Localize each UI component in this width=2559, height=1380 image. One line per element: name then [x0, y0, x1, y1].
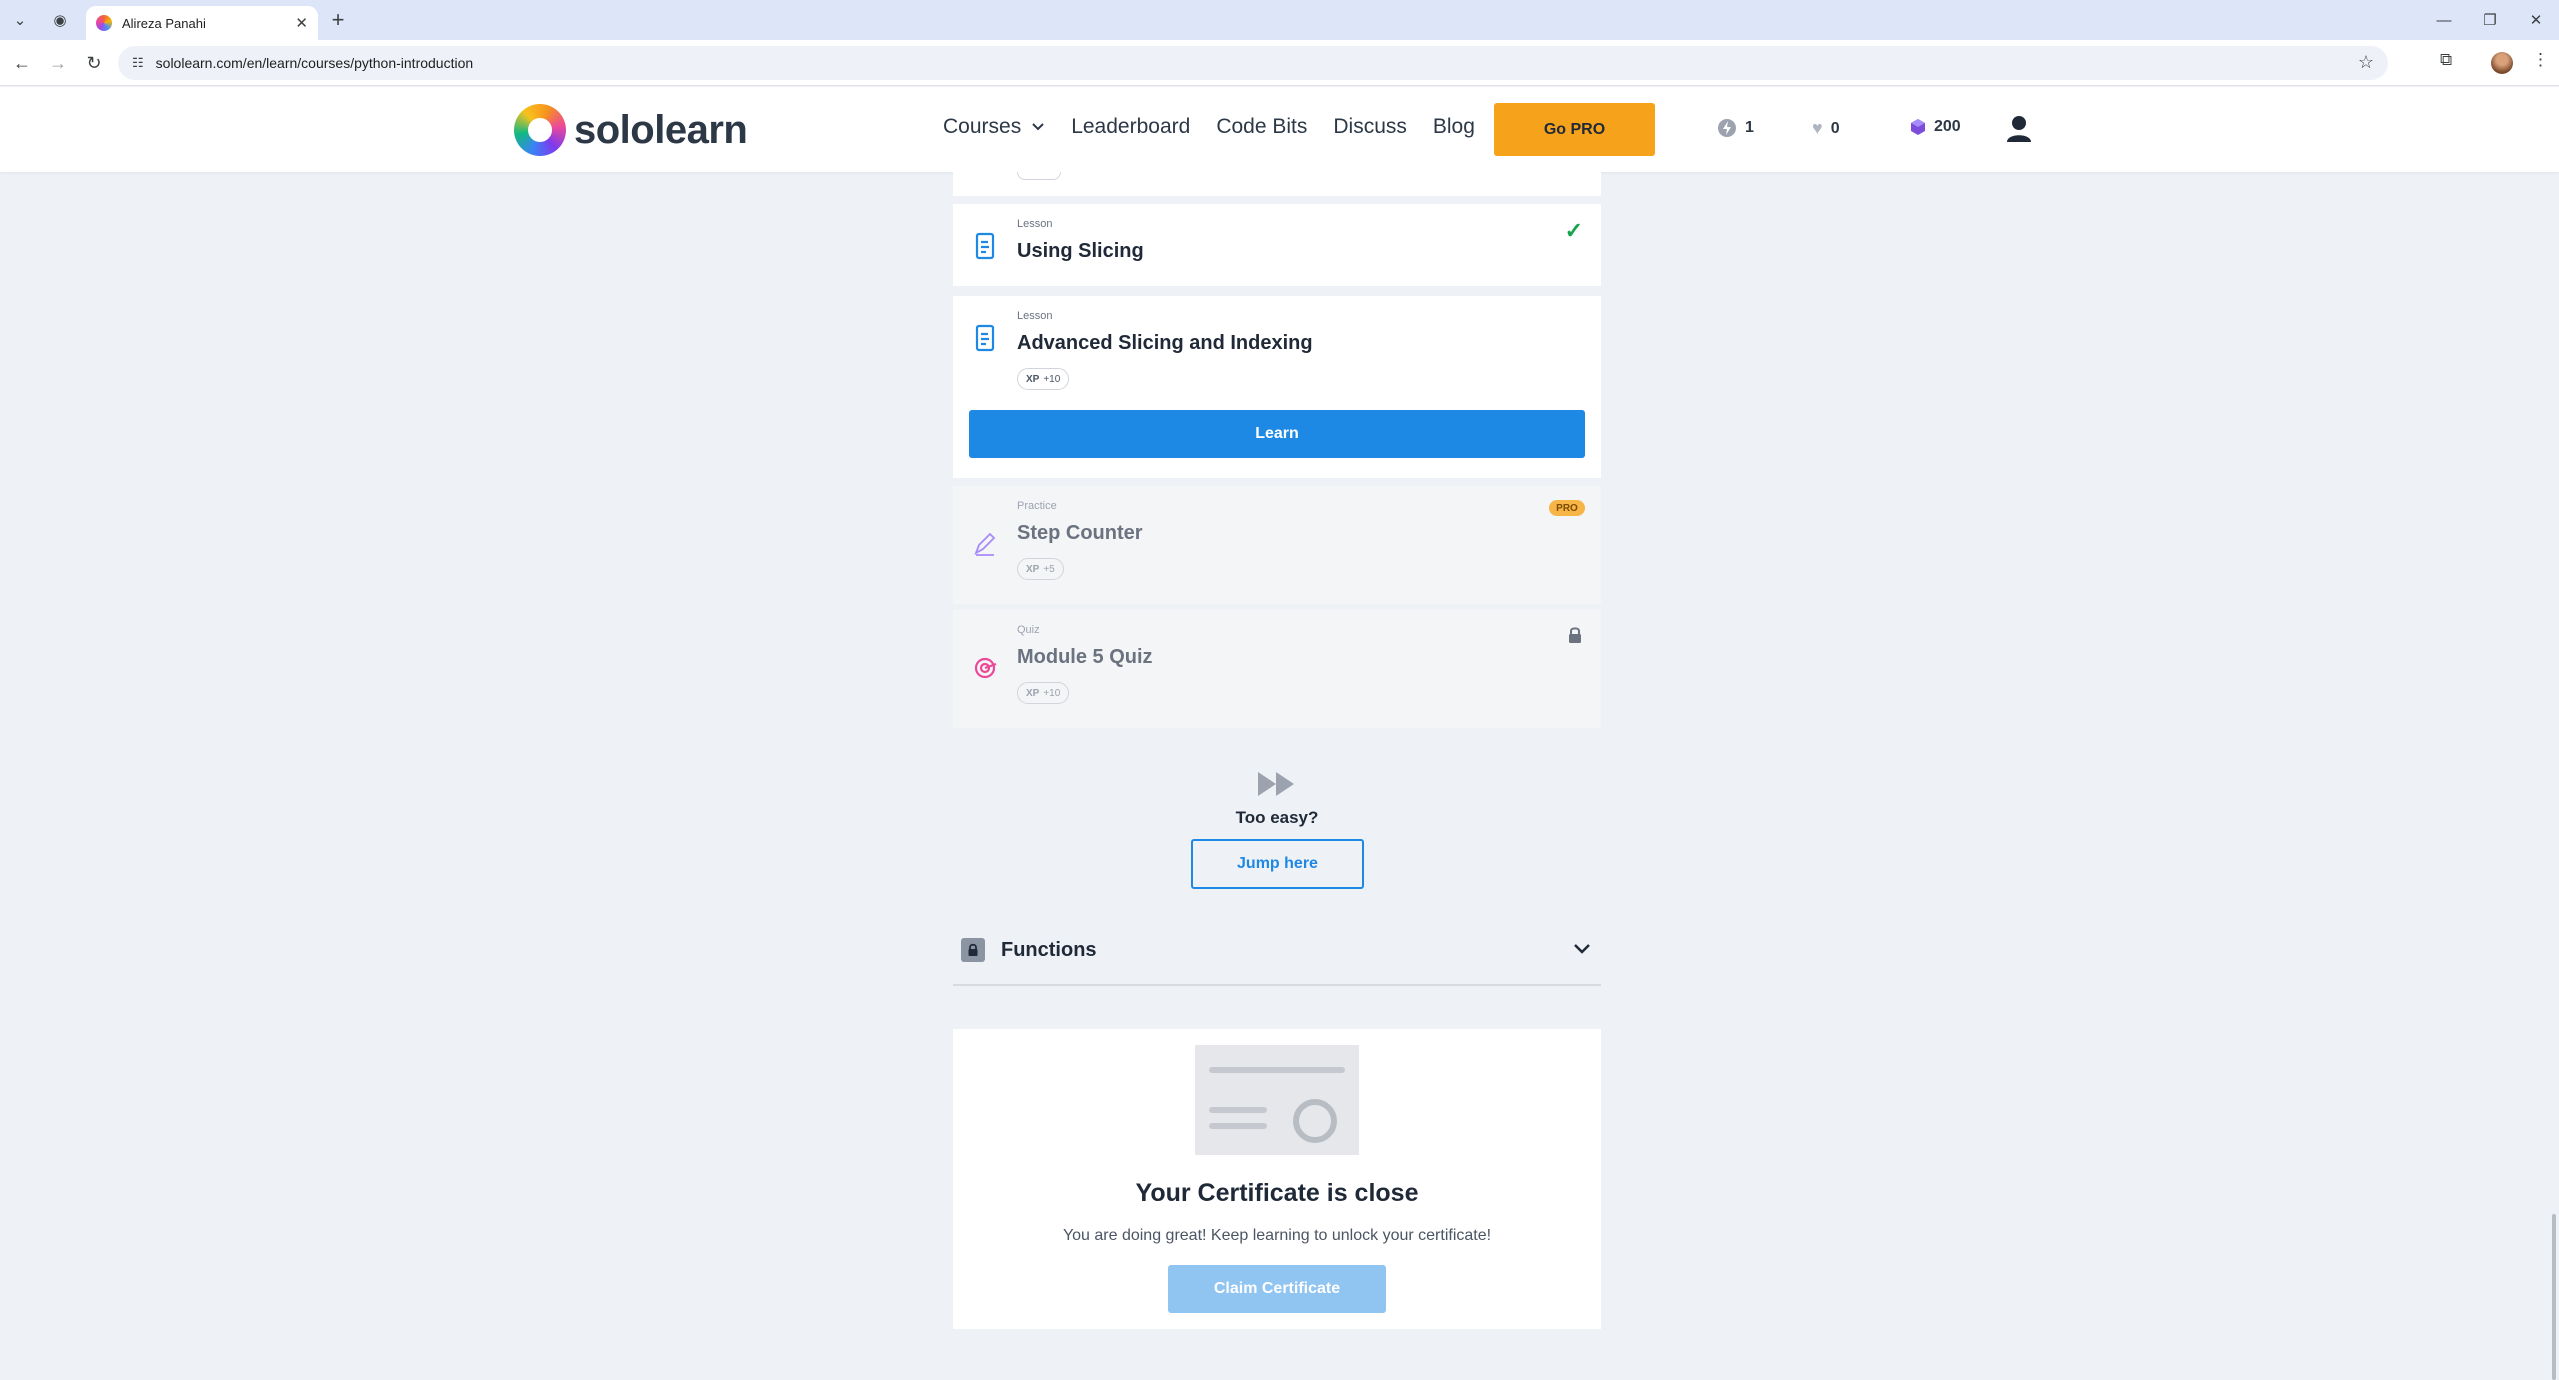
- extensions-icon[interactable]: ⧉: [2440, 50, 2452, 70]
- nav-discuss[interactable]: Discuss: [1333, 115, 1407, 139]
- module-title: Functions: [1001, 939, 1097, 961]
- reload-icon[interactable]: ↻: [82, 51, 106, 75]
- site-header: sololearn Courses Leaderboard Code Bits …: [0, 87, 2559, 172]
- site-info-icon[interactable]: ☷: [132, 55, 144, 71]
- xp-value: +10: [1043, 687, 1061, 699]
- restore-icon[interactable]: ❐: [2470, 6, 2510, 34]
- xp-label: XP: [1026, 373, 1040, 385]
- practice-pencil-icon: [974, 532, 996, 556]
- xp-badge: XP +10: [1017, 368, 1070, 390]
- tab-title: Alireza Panahi: [122, 15, 206, 31]
- module-row-functions[interactable]: Functions: [953, 914, 1601, 986]
- go-pro-button[interactable]: Go PRO: [1494, 103, 1655, 156]
- sololearn-logo-icon: [514, 104, 566, 156]
- hearts-stat[interactable]: ♥ 0: [1812, 118, 1840, 139]
- nav-code-bits[interactable]: Code Bits: [1216, 115, 1307, 139]
- xp-label: XP: [1026, 563, 1040, 575]
- quiz-target-icon: [974, 657, 997, 679]
- chevron-down-icon[interactable]: [1573, 942, 1591, 956]
- streak-bolt-icon: [1718, 119, 1736, 137]
- hearts-count: 0: [1830, 119, 1840, 137]
- pro-badge: PRO: [1549, 500, 1585, 516]
- claim-certificate-button[interactable]: Claim Certificate: [1168, 1265, 1386, 1313]
- xp-value: +10: [1043, 373, 1061, 385]
- lock-icon: [1569, 627, 1581, 643]
- quiz-card-module-5[interactable]: Quiz Module 5 Quiz XP +10: [953, 610, 1601, 728]
- xp-label: XP: [1026, 687, 1040, 699]
- card-title: Module 5 Quiz: [1017, 646, 1153, 668]
- address-bar: ← → ↻ ☷ sololearn.com/en/learn/courses/p…: [0, 40, 2559, 86]
- minimize-icon[interactable]: —: [2424, 6, 2464, 34]
- learn-button[interactable]: Learn: [969, 410, 1585, 458]
- bits-stat[interactable]: 200: [1910, 118, 1961, 136]
- nav-courses-label: Courses: [943, 115, 1022, 138]
- bits-count: 200: [1934, 118, 1961, 135]
- forward-icon[interactable]: →: [46, 51, 70, 75]
- previous-card-partial: [953, 172, 1601, 196]
- certificate-card: Your Certificate is close You are doing …: [953, 1029, 1601, 1329]
- main-nav: Courses Leaderboard Code Bits Discuss Bl…: [943, 115, 1475, 139]
- certificate-title: Your Certificate is close: [1135, 1179, 1419, 1207]
- completed-check-icon: ✓: [1564, 218, 1583, 243]
- lesson-card-using-slicing[interactable]: Lesson Using Slicing ✓: [953, 204, 1601, 286]
- nav-blog[interactable]: Blog: [1433, 115, 1475, 139]
- too-easy-text: Too easy?: [1235, 808, 1319, 827]
- sololearn-logo[interactable]: sololearn: [514, 104, 748, 156]
- tab-group-icon[interactable]: ◉: [48, 8, 72, 32]
- back-icon[interactable]: ←: [10, 51, 34, 75]
- chevron-down-icon: [1032, 123, 1044, 131]
- card-type-label: Lesson: [1017, 310, 1053, 322]
- bookmark-star-icon[interactable]: ☆: [2358, 52, 2374, 73]
- new-tab-icon[interactable]: +: [326, 7, 350, 32]
- lesson-card-advanced-slicing[interactable]: Lesson Advanced Slicing and Indexing XP +…: [953, 296, 1601, 478]
- close-window-icon[interactable]: ✕: [2516, 6, 2556, 34]
- card-title: Using Slicing: [1017, 240, 1144, 262]
- certificate-illustration: [1195, 1045, 1359, 1155]
- nav-courses[interactable]: Courses: [943, 115, 1045, 139]
- card-title: Advanced Slicing and Indexing: [1017, 332, 1313, 354]
- module-lock-icon: [961, 938, 985, 962]
- logo-text: sololearn: [574, 107, 748, 152]
- certificate-subtitle: You are doing great! Keep learning to un…: [1062, 1227, 1492, 1244]
- nav-leaderboard[interactable]: Leaderboard: [1071, 115, 1190, 139]
- browser-tab-bar: ⌄ ◉ Alireza Panahi ✕ + — ❐ ✕: [0, 0, 2559, 40]
- fast-forward-icon: [1258, 772, 1294, 796]
- url-input[interactable]: ☷ sololearn.com/en/learn/courses/python-…: [118, 46, 2388, 80]
- url-text: sololearn.com/en/learn/courses/python-in…: [155, 55, 474, 71]
- heart-icon: ♥: [1812, 118, 1823, 138]
- page-scrollbar[interactable]: [2552, 1214, 2556, 1380]
- streak-count: 1: [1745, 119, 1754, 136]
- card-type-label: Quiz: [1017, 624, 1040, 636]
- lesson-doc-icon: [975, 324, 995, 352]
- xp-badge: XP +10: [1017, 682, 1070, 704]
- jump-here-button[interactable]: Jump here: [1191, 839, 1364, 889]
- sololearn-favicon-icon: [96, 15, 112, 31]
- card-type-label: Lesson: [1017, 218, 1053, 230]
- lesson-doc-icon: [975, 232, 995, 260]
- certificate-seal-icon: [1293, 1099, 1337, 1143]
- user-profile-icon[interactable]: [2006, 114, 2032, 142]
- xp-value: +5: [1043, 563, 1055, 575]
- tab-close-icon[interactable]: ✕: [295, 14, 308, 32]
- practice-card-step-counter[interactable]: Practice Step Counter XP +5 PRO: [953, 486, 1601, 604]
- browser-tab[interactable]: Alireza Panahi ✕: [86, 6, 318, 40]
- card-title: Step Counter: [1017, 522, 1143, 544]
- browser-profile-avatar[interactable]: [2491, 52, 2513, 74]
- card-type-label: Practice: [1017, 500, 1057, 512]
- streak-stat[interactable]: 1: [1717, 118, 1754, 138]
- browser-menu-icon[interactable]: ⋮: [2532, 50, 2549, 70]
- tab-list-icon[interactable]: ⌄: [8, 8, 32, 32]
- xp-badge: XP +5: [1017, 558, 1064, 580]
- bits-cube-icon: [1911, 119, 1925, 135]
